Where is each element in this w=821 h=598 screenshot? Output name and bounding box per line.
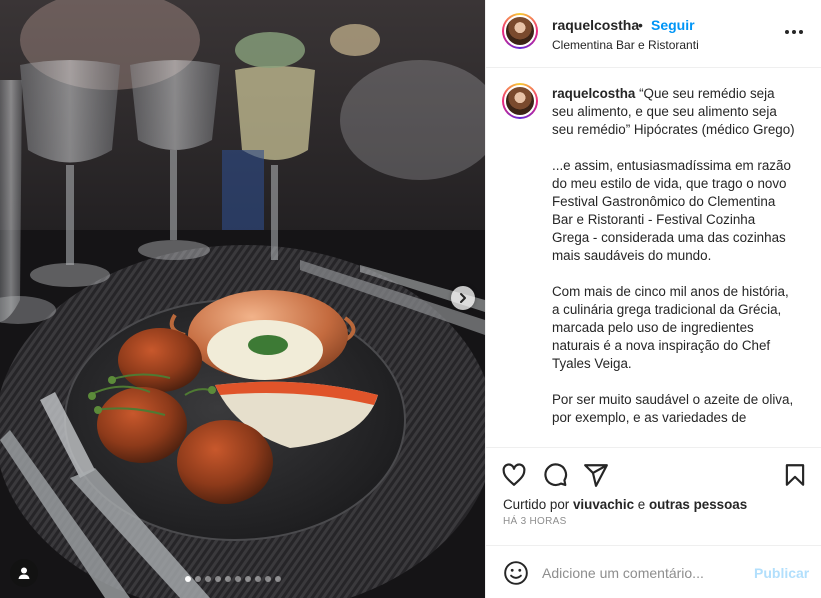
share-icon[interactable] [583, 462, 609, 488]
tagged-users-button[interactable] [10, 559, 38, 587]
carousel-dot [245, 576, 251, 582]
food-photo [0, 0, 485, 598]
comment-icon[interactable] [542, 462, 568, 488]
caption-paragraph: Com mais de cinco mil anos de história, … [552, 284, 789, 371]
post-header: raquelcostha • Seguir Clementina Bar e R… [486, 0, 821, 68]
carousel-dot [275, 576, 281, 582]
carousel-dot [215, 576, 221, 582]
avatar[interactable] [502, 13, 538, 49]
caption-username[interactable]: raquelcostha [552, 86, 635, 101]
post-media[interactable] [0, 0, 485, 598]
post-timestamp[interactable]: HÁ 3 HORAS [503, 516, 567, 527]
comment-bar: Publicar [486, 545, 821, 598]
caption-avatar[interactable] [502, 83, 538, 119]
liked-by-user[interactable]: viuvachic [573, 497, 634, 512]
carousel-dot [195, 576, 201, 582]
caption-area[interactable]: raquelcostha “Que seu remédio seja seu a… [486, 69, 821, 447]
caption-paragraph: ...e assim, entusiasmadíssima em razão d… [552, 158, 791, 263]
location-link[interactable]: Clementina Bar e Ristoranti [552, 38, 699, 52]
author-username[interactable]: raquelcostha [552, 17, 639, 33]
heart-icon[interactable] [501, 462, 527, 488]
carousel-dot [225, 576, 231, 582]
bookmark-icon[interactable] [782, 462, 808, 488]
carousel-indicator [185, 576, 281, 582]
caption-paragraph: Por ser muito saudável o azeite de oliva… [552, 392, 794, 425]
liked-by-others[interactable]: outras pessoas [649, 497, 747, 512]
more-horizontal-icon [785, 30, 803, 34]
publish-button[interactable]: Publicar [754, 565, 809, 581]
likes-summary: Curtido por viuvachic e outras pessoas [503, 497, 747, 512]
more-options-button[interactable] [782, 22, 806, 42]
comment-input[interactable] [542, 563, 742, 583]
carousel-dot [185, 576, 191, 582]
caption-text: raquelcostha “Que seu remédio seja seu a… [552, 85, 796, 445]
carousel-dot [265, 576, 271, 582]
post-side-panel: raquelcostha • Seguir Clementina Bar e R… [485, 0, 821, 598]
carousel-dot [255, 576, 261, 582]
follow-button[interactable]: Seguir [651, 17, 695, 33]
emoji-icon[interactable] [503, 560, 529, 586]
chevron-right-icon [460, 293, 466, 303]
carousel-dot [235, 576, 241, 582]
user-tag-icon [18, 567, 30, 579]
carousel-next-button[interactable] [451, 286, 475, 310]
carousel-dot [205, 576, 211, 582]
post-actions: Curtido por viuvachic e outras pessoas H… [486, 447, 821, 545]
separator-dot: • [638, 17, 643, 33]
liked-by-prefix: Curtido por [503, 497, 570, 512]
liked-by-connector: e [637, 497, 646, 512]
